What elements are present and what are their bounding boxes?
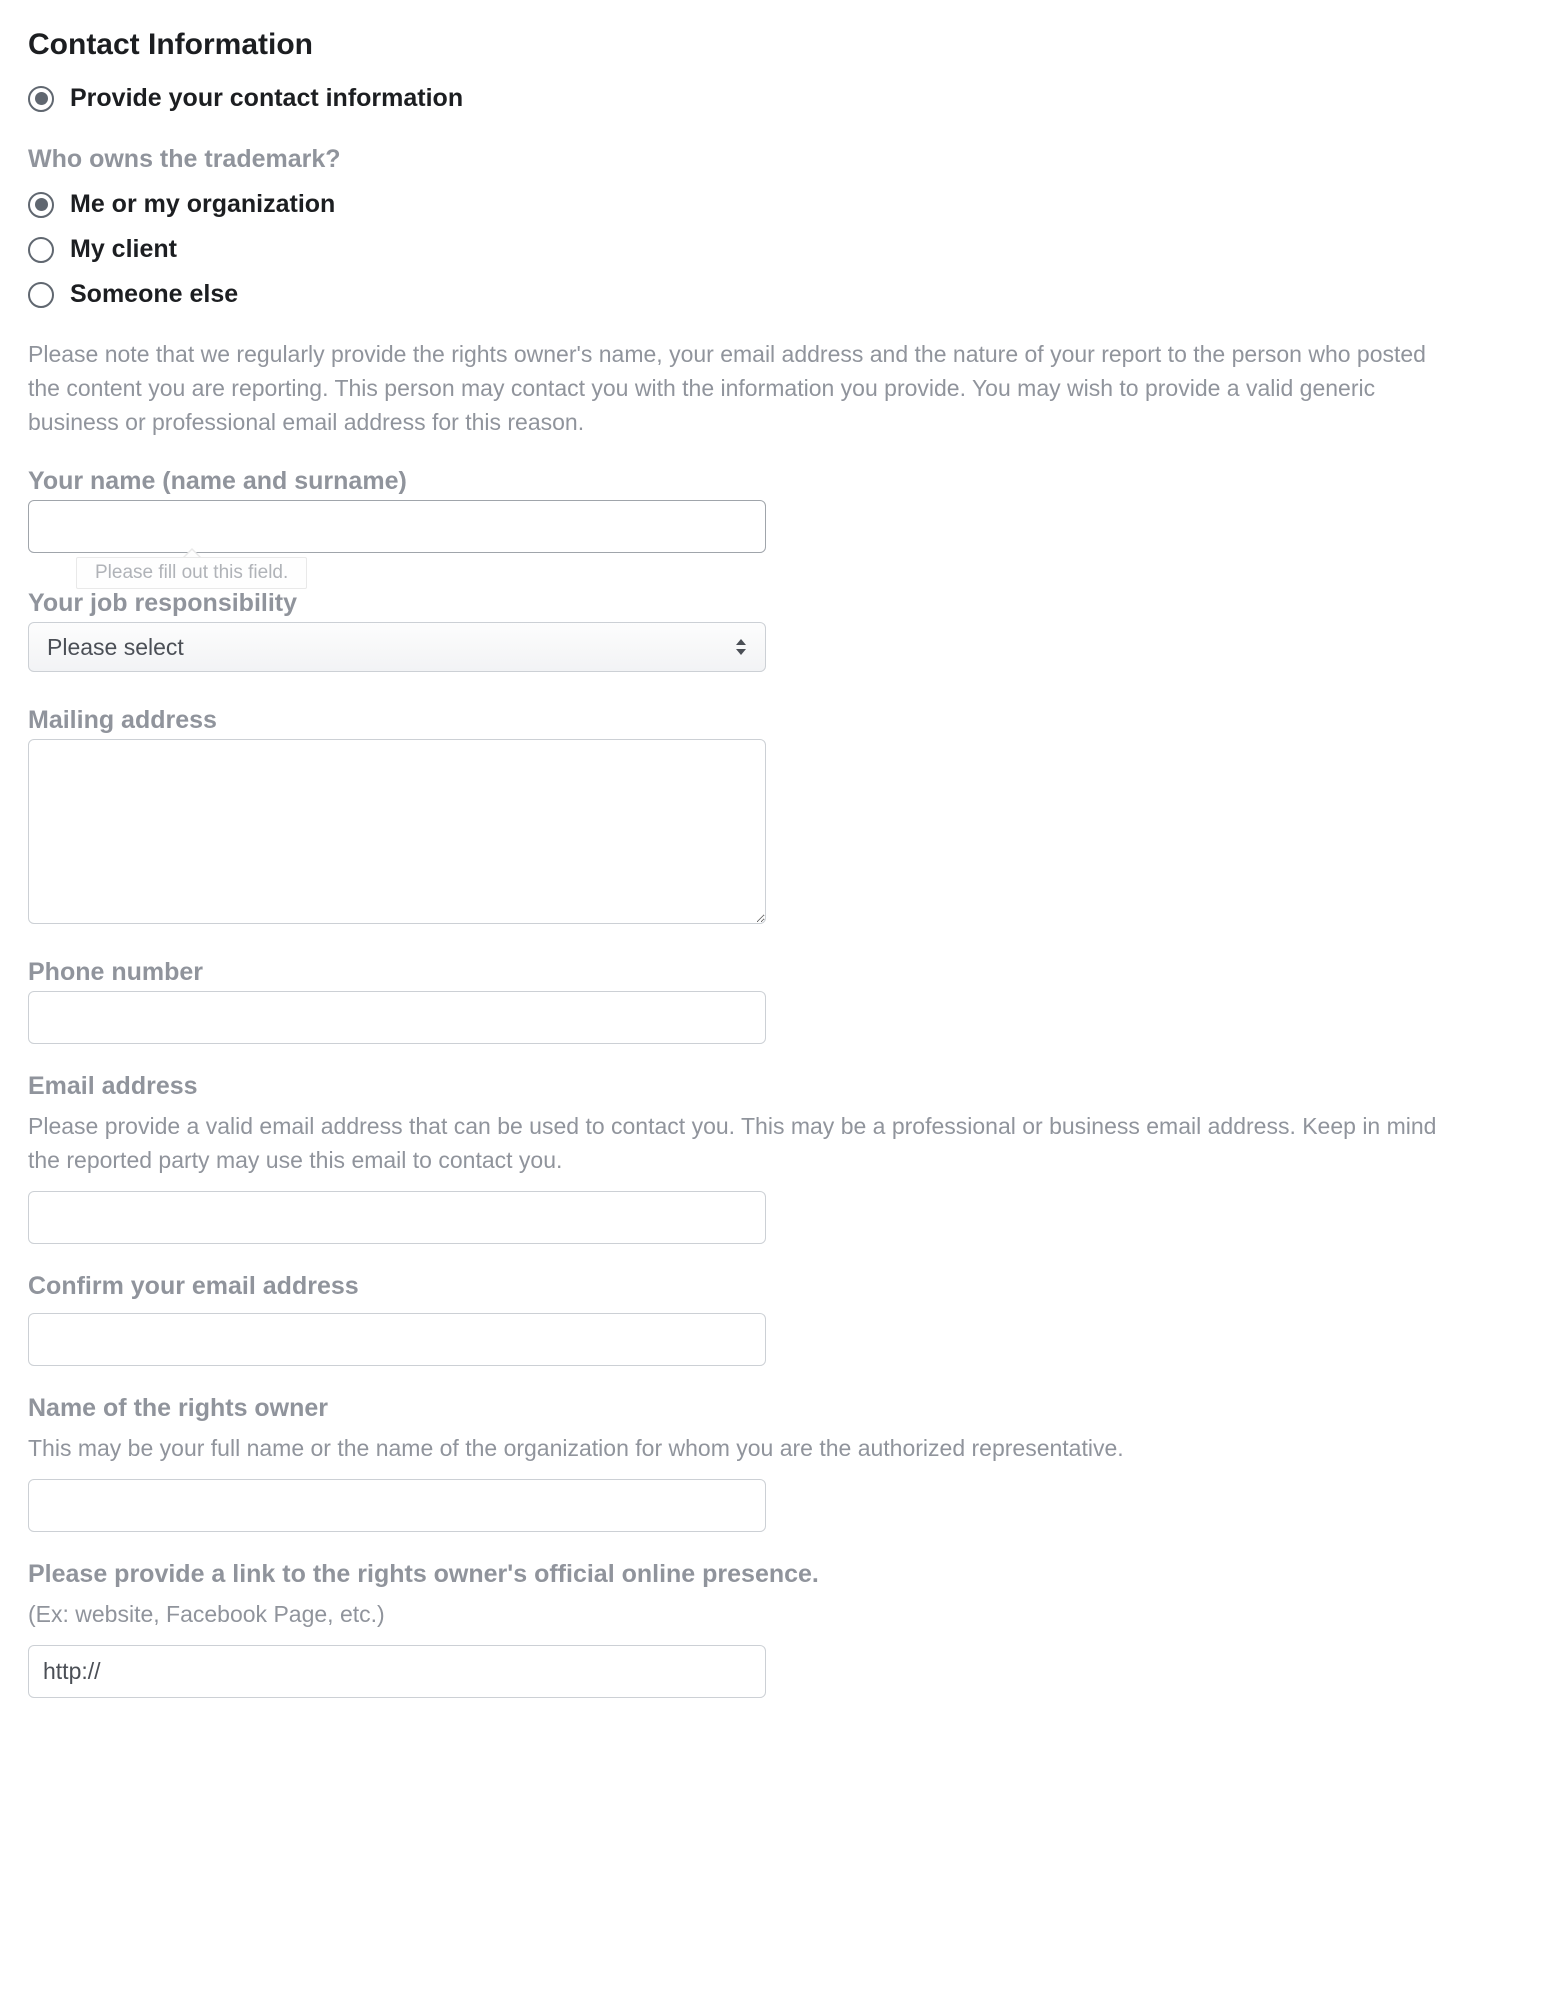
phone-field-label: Phone number bbox=[28, 958, 1522, 987]
confirm-email-input[interactable] bbox=[28, 1313, 766, 1366]
confirm-email-label: Confirm your email address bbox=[28, 1272, 1522, 1301]
radio-icon bbox=[28, 282, 54, 308]
link-field-label: Please provide a link to the rights owne… bbox=[28, 1560, 1522, 1589]
email-field-label: Email address bbox=[28, 1072, 1522, 1101]
name-input[interactable] bbox=[28, 500, 766, 553]
radio-icon bbox=[28, 237, 54, 263]
owner-question-label: Who owns the trademark? bbox=[28, 145, 1522, 174]
job-select[interactable]: Please select bbox=[28, 622, 766, 672]
radio-icon bbox=[28, 86, 54, 112]
radio-icon bbox=[28, 192, 54, 218]
mailing-field-label: Mailing address bbox=[28, 706, 1522, 735]
validation-tooltip-text: Please fill out this field. bbox=[76, 557, 307, 589]
owner-option-label: Someone else bbox=[70, 280, 238, 309]
owner-option-me[interactable]: Me or my organization bbox=[28, 190, 1522, 219]
job-field-label: Your job responsibility bbox=[28, 589, 1522, 618]
provide-contact-radio-row[interactable]: Provide your contact information bbox=[28, 84, 1522, 113]
link-input[interactable] bbox=[28, 1645, 766, 1698]
validation-tooltip: Please fill out this field. bbox=[76, 557, 307, 589]
rights-owner-label: Name of the rights owner bbox=[28, 1394, 1522, 1423]
owner-option-label: My client bbox=[70, 235, 177, 264]
mailing-textarea[interactable] bbox=[28, 739, 766, 924]
owner-option-other[interactable]: Someone else bbox=[28, 280, 1522, 309]
name-field-label: Your name (name and surname) bbox=[28, 467, 1522, 496]
email-helper: Please provide a valid email address tha… bbox=[28, 1109, 1448, 1177]
rights-owner-input[interactable] bbox=[28, 1479, 766, 1532]
owner-option-client[interactable]: My client bbox=[28, 235, 1522, 264]
rights-owner-helper: This may be your full name or the name o… bbox=[28, 1431, 1448, 1465]
disclosure-note: Please note that we regularly provide th… bbox=[28, 337, 1448, 439]
job-select-value: Please select bbox=[28, 622, 766, 672]
phone-input[interactable] bbox=[28, 991, 766, 1044]
link-helper: (Ex: website, Facebook Page, etc.) bbox=[28, 1597, 1448, 1631]
provide-contact-label: Provide your contact information bbox=[70, 84, 463, 113]
section-title: Contact Information bbox=[28, 28, 1522, 62]
email-input[interactable] bbox=[28, 1191, 766, 1244]
owner-option-label: Me or my organization bbox=[70, 190, 335, 219]
